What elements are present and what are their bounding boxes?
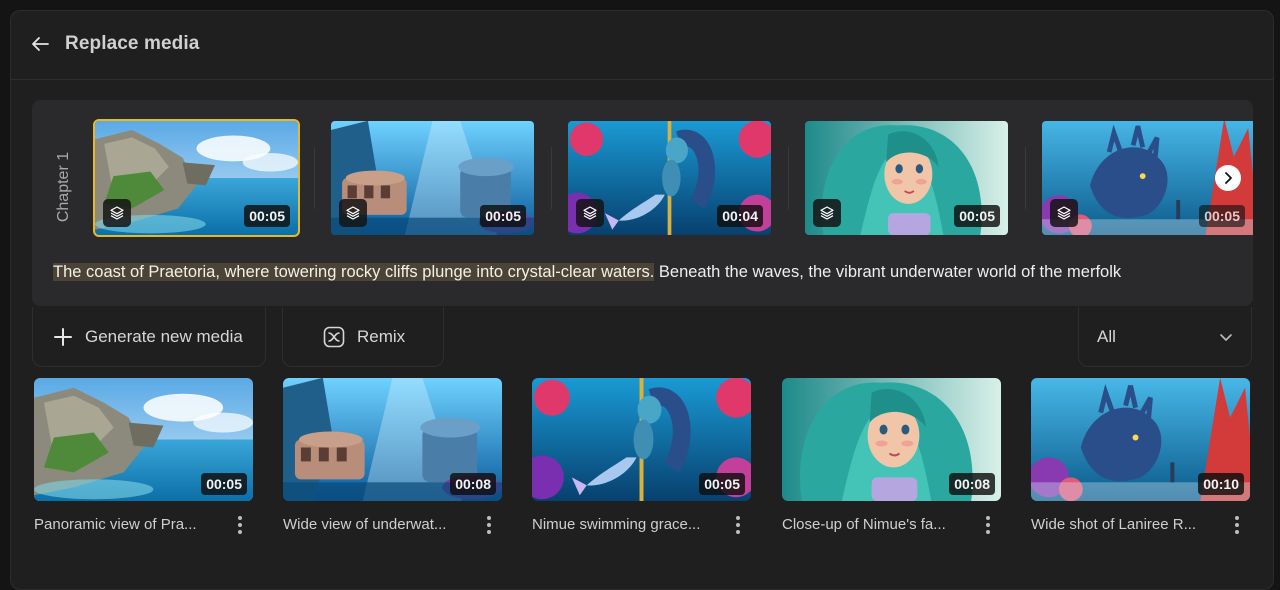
layers-button[interactable]	[339, 199, 367, 227]
divider	[1025, 147, 1026, 209]
chevron-down-icon	[1220, 333, 1232, 341]
layers-button[interactable]	[103, 199, 131, 227]
scene-thumbnail-2[interactable]: 00:05	[331, 121, 534, 235]
back-button[interactable]	[29, 33, 51, 55]
duration-badge: 00:10	[1198, 473, 1244, 495]
plus-icon	[53, 327, 73, 347]
chapter-card: Chapter 1 00:05 00:05 00:04 00:05 00:05 …	[32, 100, 1253, 306]
page-title: Replace media	[65, 33, 200, 54]
more-options-button[interactable]	[978, 514, 998, 536]
more-options-button[interactable]	[479, 514, 499, 536]
media-item[interactable]: 00:08 Close-up of Nimue's fa...	[782, 378, 1002, 534]
media-thumbnail[interactable]: 00:08	[283, 378, 502, 501]
layers-icon	[345, 205, 361, 221]
media-item[interactable]: 00:05 Panoramic view of Pra...	[34, 378, 254, 534]
script-rest: Beneath the waves, the vibrant underwate…	[654, 263, 1122, 281]
more-vertical-icon	[238, 516, 242, 534]
media-item[interactable]: 00:05 Nimue swimming grace...	[532, 378, 752, 534]
layers-icon	[819, 205, 835, 221]
duration-badge: 00:05	[244, 205, 290, 227]
more-vertical-icon	[736, 516, 740, 534]
media-caption: Wide view of underwat...	[283, 516, 447, 533]
more-vertical-icon	[1235, 516, 1239, 534]
next-scenes-button[interactable]	[1215, 165, 1241, 191]
more-options-button[interactable]	[1227, 514, 1247, 536]
remix-button[interactable]: Remix	[282, 307, 444, 367]
layers-icon	[109, 205, 125, 221]
layers-icon	[582, 205, 598, 221]
back-arrow-icon	[32, 37, 49, 51]
more-vertical-icon	[487, 516, 491, 534]
media-caption: Close-up of Nimue's fa...	[782, 516, 946, 533]
generate-new-media-button[interactable]: Generate new media	[32, 307, 266, 367]
duration-badge: 00:08	[949, 473, 995, 495]
divider	[788, 147, 789, 209]
media-thumbnail[interactable]: 00:08	[782, 378, 1001, 501]
duration-badge: 00:05	[201, 473, 247, 495]
media-caption: Wide shot of Laniree R...	[1031, 516, 1197, 533]
replace-media-panel: Replace media Chapter 1 00:05 00:05 00:0…	[10, 10, 1274, 590]
media-thumbnail[interactable]: 00:05	[34, 378, 253, 501]
media-filter-select[interactable]: All	[1078, 307, 1252, 367]
chevron-right-icon	[1225, 172, 1232, 184]
duration-badge: 00:05	[1199, 205, 1245, 227]
media-thumbnail[interactable]: 00:10	[1031, 378, 1250, 501]
layers-button[interactable]	[576, 199, 604, 227]
scene-thumbnail-4[interactable]: 00:05	[805, 121, 1008, 235]
duration-badge: 00:05	[480, 205, 526, 227]
remix-label: Remix	[357, 326, 406, 346]
divider	[551, 147, 552, 209]
scene-thumbnail-3[interactable]: 00:04	[568, 121, 771, 235]
media-caption: Panoramic view of Pra...	[34, 516, 197, 533]
filter-value: All	[1097, 326, 1116, 346]
media-item[interactable]: 00:10 Wide shot of Laniree R...	[1031, 378, 1251, 534]
duration-badge: 00:05	[699, 473, 745, 495]
more-vertical-icon	[986, 516, 990, 534]
duration-badge: 00:05	[954, 205, 1000, 227]
duration-badge: 00:04	[717, 205, 763, 227]
duration-badge: 00:08	[450, 473, 496, 495]
media-item[interactable]: 00:08 Wide view of underwat...	[283, 378, 503, 534]
media-thumbnail[interactable]: 00:05	[532, 378, 751, 501]
more-options-button[interactable]	[728, 514, 748, 536]
header: Replace media	[11, 11, 1273, 80]
script-highlight: The coast of Praetoria, where towering r…	[53, 263, 655, 281]
layers-button[interactable]	[813, 199, 841, 227]
scene-thumbnail-1[interactable]: 00:05	[93, 119, 300, 237]
layers-icon	[1056, 205, 1072, 221]
scene-strip: 00:05 00:05 00:04 00:05 00:05	[93, 119, 1253, 237]
chapter-label: Chapter 1	[55, 151, 72, 223]
more-options-button[interactable]	[230, 514, 250, 536]
divider	[314, 147, 315, 209]
layers-button[interactable]	[1050, 199, 1078, 227]
scene-script: The coast of Praetoria, where towering r…	[53, 263, 1253, 282]
media-caption: Nimue swimming grace...	[532, 516, 701, 533]
remix-icon	[323, 326, 345, 348]
generate-label: Generate new media	[85, 326, 243, 346]
